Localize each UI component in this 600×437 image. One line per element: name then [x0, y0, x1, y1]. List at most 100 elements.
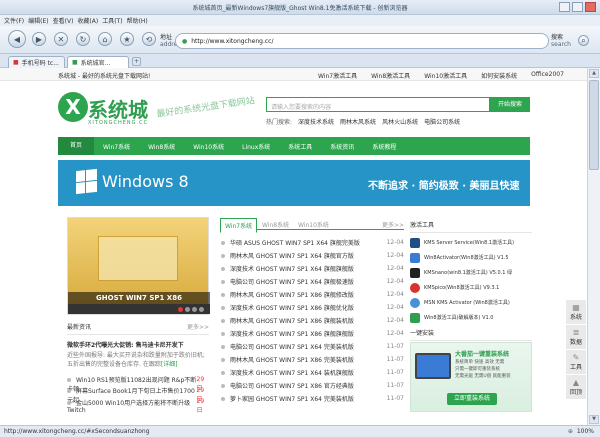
menu-edit[interactable]: 编辑(E)	[28, 16, 48, 25]
install-promo[interactable]: 大番茄一键重装系统 系统简单 快速 高效 无需 只需一键即可重装系统 无需光驱 …	[410, 342, 532, 412]
search-icon[interactable]: ⌕	[578, 35, 589, 46]
tool-item[interactable]: MSN KMS Activator (Win8激活工具)	[410, 295, 532, 310]
logo-icon[interactable]: X	[58, 92, 88, 122]
tool-item[interactable]: Win8激活工具(破解版本) V1.0	[410, 310, 532, 325]
url-input[interactable]: http://www.xitongcheng.cc/	[191, 38, 273, 45]
list-item[interactable]: 雨林木风 GHOST WIN7 SP1 X64 旗舰官方版 12-04	[221, 249, 404, 262]
top-link[interactable]: 如何安装系统	[481, 71, 517, 80]
side-tools[interactable]: ✎ 工具	[566, 350, 586, 374]
list-tab-win7[interactable]: Win7系统	[220, 218, 258, 233]
history-icon[interactable]: ⟲	[142, 32, 156, 46]
home-icon[interactable]: ⌂	[98, 32, 112, 46]
list-item[interactable]: 深度技术 GHOST WIN7 SP1 X86 旗舰旗舰版 12-04	[221, 327, 404, 340]
logo-text[interactable]: 系统城	[88, 94, 148, 123]
list-item[interactable]: 雨林木风 GHOST WIN7 SP1 X86 旗舰修改版 12-04	[221, 288, 404, 301]
list-item-title[interactable]: 萝卜家园 GHOST WIN7 SP1 X64 完美装机版	[230, 396, 354, 403]
tool-name[interactable]: Win8激活工具(破解版本) V1.0	[424, 314, 493, 321]
headline[interactable]: 微软手环2代曝光大促销: 售马迪卡尼开发下	[67, 340, 209, 349]
nav-tutorials[interactable]: 系统教程	[363, 142, 405, 151]
list-item[interactable]: 雨林木风 GHOST WIN7 SP1 X86 完美装机版 11-07	[221, 353, 404, 366]
hot-term[interactable]: 深度技术系统	[298, 117, 334, 126]
news-item-text[interactable]: 金山5000 Win10用户选择方能将不断升级Twitch	[67, 400, 190, 414]
list-item[interactable]: 电脑公司 GHOST WIN7 SP1 X86 官方经典版 11-07	[221, 379, 404, 392]
list-item-title[interactable]: 华硕 ASUS GHOST WIN7 SP1 X64 旗舰完美版	[230, 240, 360, 247]
vertical-scrollbar[interactable]: ▲ ▼	[587, 68, 600, 425]
banner[interactable]: Windows 8 不断追求 · 简约极致 · 美丽且快速	[58, 160, 530, 206]
tool-name[interactable]: Win8Activator(Win8激活工具) V1.5	[424, 254, 509, 261]
news-item[interactable]: 金山5000 Win10用户选择方能将不断升级Twitch 29日	[67, 398, 209, 414]
zoom-level[interactable]: 100%	[577, 428, 594, 435]
tool-name[interactable]: KMSpico(Win8激活工具) V9.3.1	[424, 284, 499, 291]
list-item-title[interactable]: 电脑公司 GHOST WIN7 SP1 X86 官方经典版	[230, 383, 354, 390]
new-tab-icon[interactable]: +	[132, 57, 141, 66]
nav-tools[interactable]: 系统工具	[279, 142, 321, 151]
tab-xitongcheng[interactable]: ■ 系统城官...	[67, 56, 129, 68]
maximize-icon[interactable]	[572, 2, 583, 12]
tool-item[interactable]: KMSnano(win8.1激活工具) V5.0.1 绿	[410, 265, 532, 280]
install-button[interactable]: 立即重装系统	[447, 393, 497, 405]
hot-term[interactable]: 电脑公司系统	[424, 117, 460, 126]
slide-dots[interactable]	[178, 307, 204, 312]
tool-name[interactable]: KMSnano(win8.1激活工具) V5.0.1 绿	[424, 269, 512, 276]
list-item-title[interactable]: 雨林木风 GHOST WIN7 SP1 X86 完美装机版	[230, 357, 354, 364]
list-item[interactable]: 深度技术 GHOST WIN7 SP1 X64 旗舰旗舰版 12-04	[221, 262, 404, 275]
site-search-input[interactable]: 请输入您要搜索的内容	[266, 97, 490, 112]
list-tab-win8[interactable]: Win8系统	[262, 220, 289, 229]
minimize-icon[interactable]	[559, 2, 570, 12]
list-item[interactable]: 深度技术 GHOST WIN7 SP1 X86 旗舰优化版 12-04	[221, 301, 404, 314]
list-item-title[interactable]: 深度技术 GHOST WIN7 SP1 X64 旗舰旗舰版	[230, 266, 354, 273]
address-bar[interactable]: ● http://www.xitongcheng.cc/	[175, 33, 549, 49]
list-item-title[interactable]: 深度技术 GHOST WIN7 SP1 X64 装机旗舰版	[230, 370, 354, 377]
zoom-icon[interactable]: ⊕	[568, 428, 573, 435]
side-top[interactable]: ▲ 回顶	[566, 375, 586, 399]
list-item[interactable]: 华硕 ASUS GHOST WIN7 SP1 X64 旗舰完美版 12-04	[221, 236, 404, 249]
menu-tools[interactable]: 工具(T)	[102, 16, 122, 25]
back-icon[interactable]: ◀	[8, 30, 26, 48]
menu-favorites[interactable]: 收藏(A)	[77, 16, 98, 25]
news-more-link[interactable]: 更多>>	[187, 322, 209, 331]
top-link[interactable]: Win8激活工具	[371, 71, 410, 80]
list-item-title[interactable]: 雨林木风 GHOST WIN7 SP1 X86 旗舰修改版	[230, 292, 354, 299]
top-link[interactable]: Win7激活工具	[318, 71, 357, 80]
tool-name[interactable]: KMS Server Service(Win8.1激活工具)	[424, 239, 514, 246]
forward-icon[interactable]: ▶	[32, 32, 46, 46]
list-item-title[interactable]: 电脑公司 GHOST WIN7 SP1 X64 旗舰极速版	[230, 279, 354, 286]
site-search-button[interactable]: 开始搜索	[490, 97, 530, 112]
menu-file[interactable]: 文件(F)	[4, 16, 24, 25]
list-item[interactable]: 萝卜家园 GHOST WIN7 SP1 X64 完美装机版 11-07	[221, 392, 404, 405]
nav-home[interactable]: 首页	[58, 137, 95, 155]
scroll-down-icon[interactable]: ▼	[589, 415, 599, 424]
menu-help[interactable]: 帮助(H)	[127, 16, 148, 25]
list-item[interactable]: 电脑公司 GHOST WIN7 SP1 X64 旗舰极速版 12-04	[221, 275, 404, 288]
menu-view[interactable]: 查看(V)	[53, 16, 74, 25]
stop-icon[interactable]: ✕	[54, 32, 68, 46]
tab-phone[interactable]: ■ 手机号码 tc...	[8, 56, 65, 68]
list-item[interactable]: 电脑公司 GHOST WIN7 SP1 X64 完美装机版 11-07	[221, 340, 404, 353]
list-item-title[interactable]: 电脑公司 GHOST WIN7 SP1 X64 完美装机版	[230, 344, 354, 351]
slideshow-image[interactable]: GHOST WIN7 SP1 X86	[67, 217, 210, 315]
scroll-thumb[interactable]	[589, 80, 599, 170]
list-item[interactable]: 雨林木风 GHOST WIN7 SP1 X86 旗舰装机版 12-04	[221, 314, 404, 327]
nav-news[interactable]: 系统资讯	[321, 142, 363, 151]
side-system[interactable]: ▦ 系统	[566, 300, 586, 324]
list-item[interactable]: 深度技术 GHOST WIN7 SP1 X64 装机旗舰版 11-07	[221, 366, 404, 379]
tool-item[interactable]: KMSpico(Win8激活工具) V9.3.1	[410, 280, 532, 295]
hot-term[interactable]: 雨林木风系统	[340, 117, 376, 126]
tool-name[interactable]: MSN KMS Activator (Win8激活工具)	[424, 299, 510, 306]
tool-item[interactable]: KMS Server Service(Win8.1激活工具)	[410, 235, 532, 250]
nav-win10[interactable]: Win10系统	[184, 142, 233, 151]
nav-win7[interactable]: Win7系统	[94, 142, 139, 151]
list-item-title[interactable]: 雨林木风 GHOST WIN7 SP1 X86 旗舰装机版	[230, 318, 354, 325]
tool-item[interactable]: Win8Activator(Win8激活工具) V1.5	[410, 250, 532, 265]
hot-term[interactable]: 风林火山系统	[382, 117, 418, 126]
nav-linux[interactable]: Linux系统	[233, 142, 279, 151]
list-item-title[interactable]: 雨林木风 GHOST WIN7 SP1 X64 旗舰官方版	[230, 253, 354, 260]
list-item-title[interactable]: 深度技术 GHOST WIN7 SP1 X86 旗舰优化版	[230, 305, 354, 312]
refresh-icon[interactable]: ↻	[76, 32, 90, 46]
favorites-icon[interactable]: ★	[120, 32, 134, 46]
headline-link[interactable]: [详细]	[161, 361, 178, 368]
top-link[interactable]: Office2007	[531, 71, 564, 80]
list-tab-win10[interactable]: Win10系统	[298, 220, 329, 229]
side-data[interactable]: ≣ 数据	[566, 325, 586, 349]
close-icon[interactable]	[585, 2, 596, 12]
